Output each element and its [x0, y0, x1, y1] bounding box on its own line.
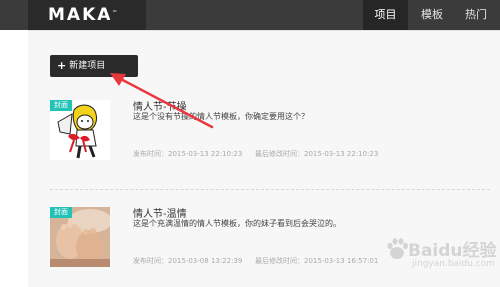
top-navigation-bar: MAKA™ 项目 模板 热门 — [0, 0, 500, 30]
cover-badge: 封面 — [50, 207, 72, 218]
paw-icon — [387, 238, 408, 259]
logo-text: MAKA — [48, 5, 113, 25]
watermark-url: jingyan.baidu.com — [412, 259, 496, 269]
baidu-watermark: Baidu经验 jingyan.baidu.com — [382, 232, 497, 284]
project-description: 这是个没有节操的情人节模板，你确定要用这个？ — [133, 112, 309, 121]
published-time: 发布时间：2015-03-08 13:22:39 — [133, 257, 243, 265]
tab-popular[interactable]: 热门 — [456, 0, 496, 30]
new-project-label: 新建项目 — [69, 61, 106, 71]
plus-icon: + — [57, 59, 67, 72]
project-thumbnail[interactable]: 封面 — [50, 100, 110, 160]
modified-time: 最后修改时间：2015-03-13 22:10:23 — [255, 150, 379, 158]
modified-time: 最后修改时间：2015-03-13 16:57:01 — [255, 257, 379, 265]
maka-logo[interactable]: MAKA™ — [28, 0, 146, 30]
divider — [28, 30, 500, 31]
new-project-button[interactable]: + 新建项目 — [50, 55, 138, 77]
cover-badge: 封面 — [50, 100, 72, 111]
trademark-mark: ™ — [112, 10, 118, 16]
published-time: 发布时间：2015-03-13 22:10:23 — [133, 150, 243, 158]
tab-projects[interactable]: 项目 — [363, 0, 408, 30]
watermark-text: Baidu经验 — [408, 241, 497, 261]
divider — [50, 189, 490, 190]
project-thumbnail[interactable]: 封面 — [50, 207, 110, 267]
project-item[interactable]: 封面 情人节-节操 这是个没有节操的情人节模板，你确定要用这个？ 发布时间：20… — [50, 98, 490, 160]
tab-templates[interactable]: 模板 — [412, 0, 452, 30]
project-description: 这是个充满温情的情人节模板，你的妹子看到后会哭泣的。 — [133, 219, 341, 228]
